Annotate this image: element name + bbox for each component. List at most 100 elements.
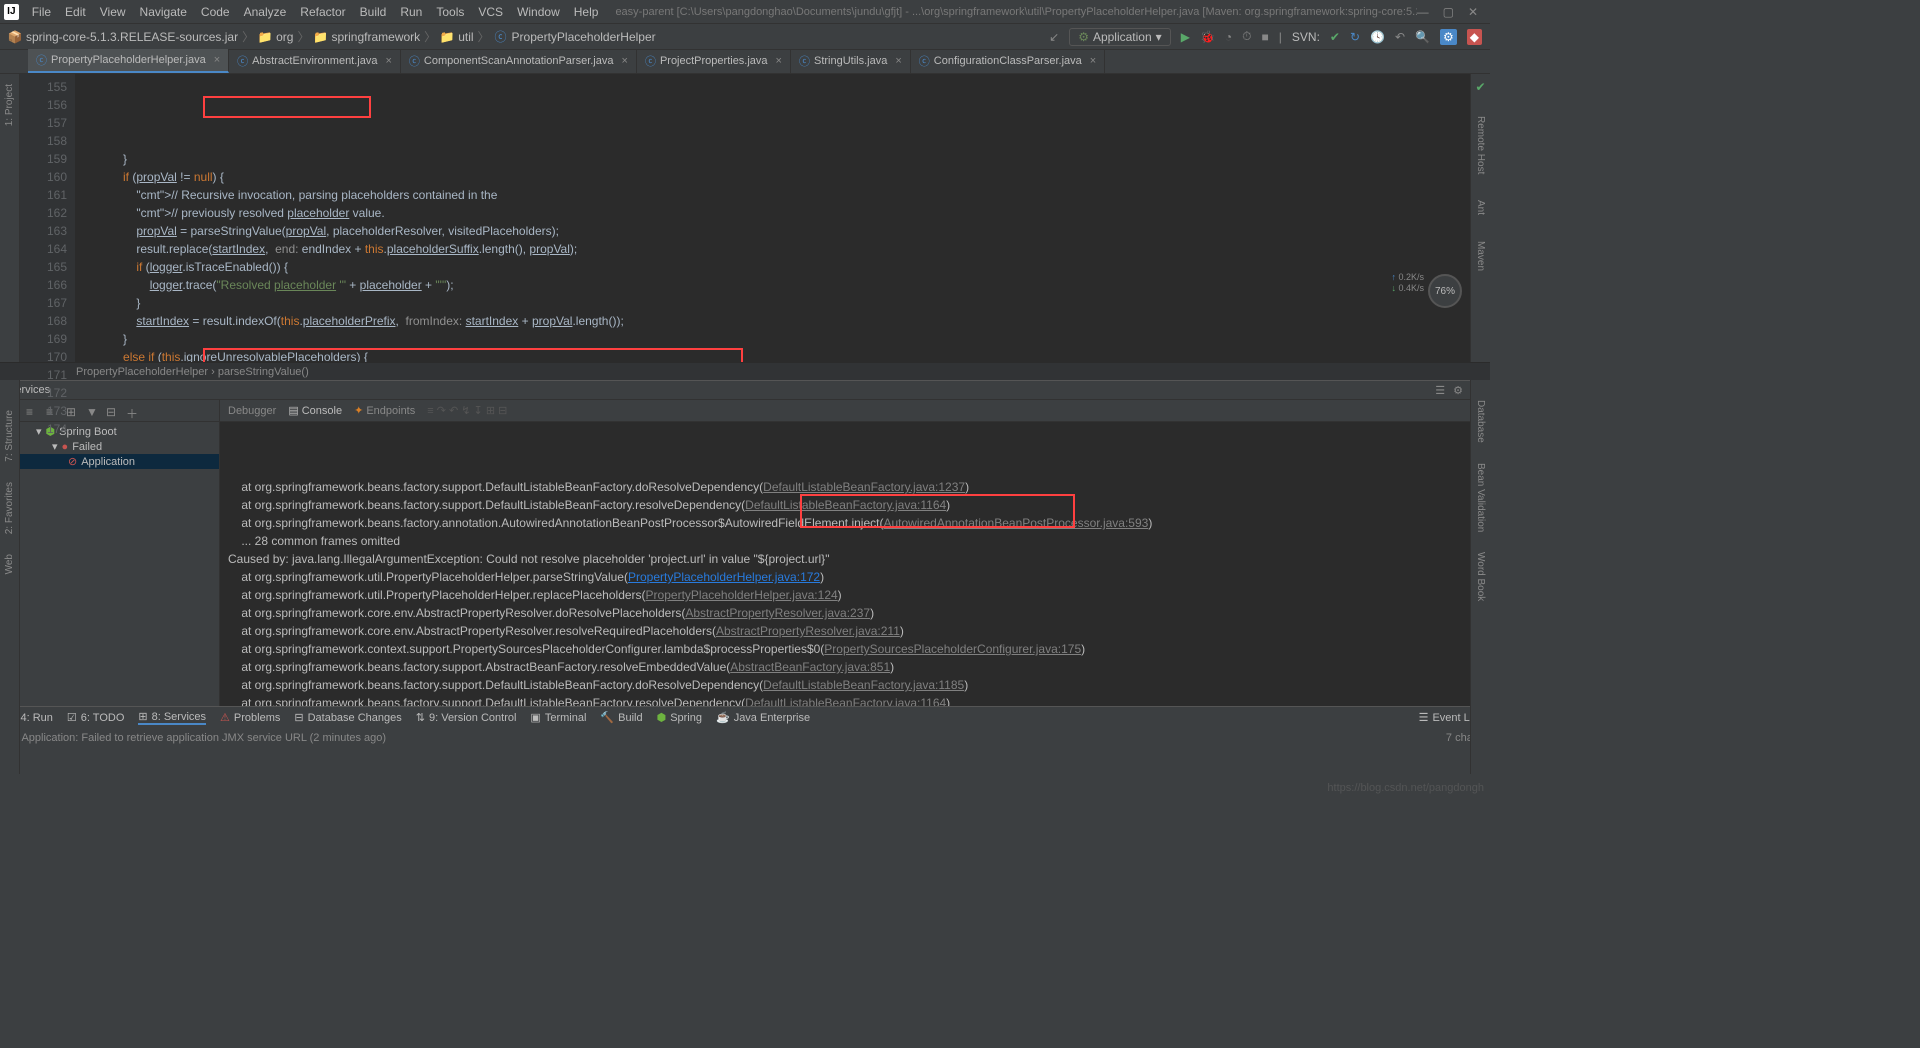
commit-icon[interactable]: ✔ [1330, 30, 1340, 44]
favorites-toolwindow[interactable]: 2: Favorites [4, 482, 15, 534]
tab-componentscanannotationparser[interactable]: ⓒComponentScanAnnotationParser.java× [401, 49, 637, 73]
services-toolwindow-header: Services ☰ ⚙ ― [0, 380, 1490, 400]
breadcrumb-springframework[interactable]: 📁springframework [313, 30, 420, 44]
class-icon: ⓒ [494, 30, 508, 44]
web-toolwindow[interactable]: Web [4, 554, 15, 574]
structure-toolwindow[interactable]: 7: Structure [4, 410, 15, 462]
menu-vcs[interactable]: VCS [471, 5, 510, 19]
tab-projectproperties[interactable]: ⓒProjectProperties.java× [637, 49, 791, 73]
menu-window[interactable]: Window [510, 5, 567, 19]
wordbook-toolwindow[interactable]: Word Book [1475, 552, 1486, 601]
build-toolwindow[interactable]: 🔨Build [600, 711, 642, 724]
breadcrumb-root[interactable]: 📦spring-core-5.1.3.RELEASE-sources.jar [8, 30, 238, 44]
menu-navigate[interactable]: Navigate [133, 5, 194, 19]
database-toolwindow[interactable]: Database [1475, 400, 1486, 443]
ant-toolwindow[interactable]: Ant [1475, 196, 1486, 219]
menu-view[interactable]: View [93, 5, 133, 19]
menu-refactor[interactable]: Refactor [293, 5, 352, 19]
add-icon[interactable]: ＋ [126, 405, 138, 417]
breadcrumb-org[interactable]: 📁org [258, 30, 293, 44]
close-icon[interactable]: × [622, 55, 628, 67]
maximize-icon[interactable]: ▢ [1443, 5, 1454, 19]
stop-icon[interactable]: ■ [1262, 30, 1269, 44]
breadcrumb-method[interactable]: parseStringValue() [218, 366, 309, 378]
code-editor[interactable]: } if (propVal != null) { "cmt">// Recurs… [75, 74, 1490, 362]
check-icon[interactable]: ✔ [1475, 80, 1485, 94]
menu-code[interactable]: Code [194, 5, 237, 19]
plugin-icon[interactable]: ◆ [1467, 29, 1482, 45]
tab-debugger[interactable]: Debugger [228, 405, 276, 417]
history-icon[interactable]: 🕓 [1370, 30, 1385, 44]
minimize-icon[interactable]: ― [1417, 5, 1429, 19]
coverage-icon[interactable]: ◔ [1225, 30, 1232, 44]
line-number-gutter[interactable]: 1551561571581591601611621631641651661671… [20, 74, 75, 362]
debug-icon[interactable]: 🐞 [1200, 30, 1215, 44]
status-bar: ▢ Application: Failed to retrieve applic… [0, 728, 1490, 748]
services-tree: ≡ ≡ ⊞ ▼ ⊟ ＋ ▾⬢Spring Boot ▾●Failed ⊘Appl… [20, 400, 220, 706]
tab-endpoints[interactable]: ✦Endpoints [354, 404, 415, 417]
menu-help[interactable]: Help [567, 5, 606, 19]
javaee-toolwindow[interactable]: ☕Java Enterprise [716, 711, 810, 724]
breadcrumb-class[interactable]: PropertyPlaceholderHelper [76, 366, 208, 378]
run-config-dropdown[interactable]: ⚙Application▾ [1069, 28, 1171, 46]
project-toolwindow[interactable]: 1: Project [4, 80, 15, 130]
highlight-box-if [203, 96, 371, 118]
spring-toolwindow[interactable]: ⬢Spring [657, 711, 702, 724]
tree-item-application[interactable]: ⊘Application [20, 454, 219, 469]
tree-item-failed[interactable]: ▾●Failed [20, 439, 219, 454]
grid-icon[interactable]: ⊞ [66, 405, 78, 417]
profile-icon[interactable]: ⏱ [1242, 29, 1251, 44]
tab-propertyplaceholderhelper[interactable]: ⓒPropertyPlaceholderHelper.java× [28, 49, 229, 73]
bottom-toolwindow-bar: ▶4: Run ☑6: TODO ⊞8: Services ⚠Problems … [0, 706, 1490, 728]
menu-analyze[interactable]: Analyze [237, 5, 294, 19]
console-output[interactable]: at org.springframework.beans.factory.sup… [220, 422, 1470, 706]
menu-edit[interactable]: Edit [58, 5, 93, 19]
todo-toolwindow[interactable]: ☑6: TODO [67, 711, 124, 724]
filter-icon[interactable]: ▼ [86, 405, 98, 417]
left-lower-toolbar: 7: Structure 2: Favorites Web [0, 380, 20, 774]
beanvalidation-toolwindow[interactable]: Bean Validation [1475, 463, 1486, 532]
services-toolwindow[interactable]: ⊞8: Services [138, 710, 206, 725]
ide-settings-icon[interactable]: ⚙ [1440, 29, 1457, 45]
editor-breadcrumb: PropertyPlaceholderHelper › parseStringV… [0, 362, 1490, 380]
run-icon[interactable]: ▶ [1181, 30, 1190, 44]
tab-stringutils[interactable]: ⓒStringUtils.java× [791, 49, 911, 73]
watermark-text: https://blog.csdn.net/pangdongh [1327, 782, 1484, 794]
update-icon[interactable]: ↻ [1350, 30, 1360, 44]
dbchanges-toolwindow[interactable]: ⊟Database Changes [294, 711, 401, 724]
network-badge: ↑ 0.2K/s↓ 0.4K/s [1391, 272, 1424, 294]
close-icon[interactable]: × [214, 54, 220, 66]
breadcrumb-class[interactable]: ⓒPropertyPlaceholderHelper [494, 30, 656, 44]
back-icon[interactable]: ↙ [1049, 30, 1059, 44]
editor-area: 1: Project 15515615715815916016116216316… [0, 74, 1490, 362]
breadcrumb-util[interactable]: 📁util [440, 30, 473, 44]
close-icon[interactable]: × [1090, 55, 1096, 67]
tab-console[interactable]: ▤Console [288, 404, 342, 417]
menu-tools[interactable]: Tools [429, 5, 471, 19]
app-logo: IJ [4, 4, 19, 20]
group-icon[interactable]: ⊟ [106, 405, 118, 417]
menu-build[interactable]: Build [353, 5, 394, 19]
close-icon[interactable]: × [895, 55, 901, 67]
gear-icon[interactable]: ⚙ [1453, 384, 1463, 397]
remotehost-toolwindow[interactable]: Remote Host [1475, 112, 1486, 178]
close-icon[interactable]: ✕ [1468, 5, 1478, 19]
folder-icon: 📁 [258, 30, 272, 44]
close-icon[interactable]: × [385, 55, 391, 67]
right-lower-toolbar: Database Bean Validation Word Book [1470, 380, 1490, 774]
editor-tab-bar: ⓒPropertyPlaceholderHelper.java× ⓒAbstra… [0, 50, 1490, 74]
menu-file[interactable]: File [25, 5, 58, 19]
vcs-toolwindow[interactable]: ⇅9: Version Control [416, 711, 517, 724]
memory-gauge[interactable]: 76% [1428, 274, 1462, 308]
settings-icon[interactable]: ☰ [1435, 384, 1445, 397]
tab-abstractenvironment[interactable]: ⓒAbstractEnvironment.java× [229, 49, 401, 73]
tab-configurationclassparser[interactable]: ⓒConfigurationClassParser.java× [911, 49, 1105, 73]
menu-run[interactable]: Run [393, 5, 429, 19]
terminal-toolwindow[interactable]: ▣Terminal [530, 711, 586, 724]
close-icon[interactable]: × [776, 55, 782, 67]
step-icons[interactable]: ≡ ↷ ↶ ↯ ↧ ⊞ ⊟ [427, 404, 507, 417]
maven-toolwindow[interactable]: Maven [1475, 237, 1486, 275]
problems-toolwindow[interactable]: ⚠Problems [220, 711, 280, 724]
search-icon[interactable]: 🔍 [1415, 30, 1430, 44]
revert-icon[interactable]: ↶ [1395, 30, 1405, 44]
